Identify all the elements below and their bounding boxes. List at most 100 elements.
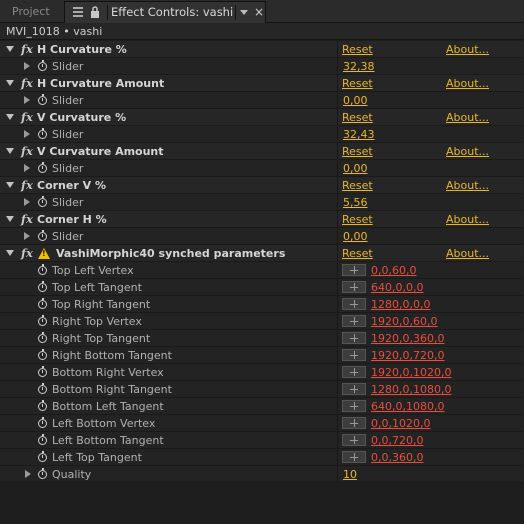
- twirl-down-icon[interactable]: [6, 216, 14, 222]
- point-value[interactable]: 1920,0,60,0: [371, 313, 437, 330]
- point-value[interactable]: 1920,0,1020,0: [371, 364, 451, 381]
- fx-icon[interactable]: fx: [21, 143, 33, 160]
- effect-header[interactable]: fx H Curvature % Reset About...: [0, 41, 524, 58]
- reset-button[interactable]: Reset: [342, 75, 373, 92]
- reset-button[interactable]: Reset: [342, 211, 373, 228]
- point-value[interactable]: 1920,0,360,0: [371, 330, 444, 347]
- twirl-down-icon[interactable]: [6, 80, 14, 86]
- stopwatch-icon[interactable]: [38, 162, 47, 173]
- effect-header-vashimorphic[interactable]: fx VashiMorphic40 synched parameters Res…: [0, 245, 524, 262]
- effect-header[interactable]: fx V Curvature Amount Reset About...: [0, 143, 524, 160]
- crosshair-icon[interactable]: [342, 315, 366, 327]
- about-button[interactable]: About...: [446, 211, 489, 228]
- crosshair-icon[interactable]: [342, 349, 366, 361]
- crosshair-icon[interactable]: [342, 451, 366, 463]
- twirl-down-icon[interactable]: [6, 46, 14, 52]
- fx-icon[interactable]: fx: [21, 75, 33, 92]
- effect-header[interactable]: fx Corner V % Reset About...: [0, 177, 524, 194]
- twirl-down-icon[interactable]: [6, 114, 14, 120]
- effect-header[interactable]: fx H Curvature Amount Reset About...: [0, 75, 524, 92]
- twirl-right-icon[interactable]: [24, 62, 30, 70]
- twirl-right-icon[interactable]: [24, 96, 30, 104]
- crosshair-icon[interactable]: [342, 383, 366, 395]
- stopwatch-icon[interactable]: [38, 196, 47, 207]
- about-button[interactable]: About...: [446, 109, 489, 126]
- reset-button[interactable]: Reset: [342, 109, 373, 126]
- fx-icon[interactable]: fx: [21, 109, 33, 126]
- slider-value[interactable]: 32,38: [343, 58, 375, 75]
- stopwatch-icon[interactable]: [38, 332, 47, 343]
- stopwatch-icon[interactable]: [38, 451, 47, 462]
- stopwatch-icon[interactable]: [38, 281, 47, 292]
- panel-menu-icon[interactable]: [73, 7, 83, 17]
- effect-header[interactable]: fx Corner H % Reset About...: [0, 211, 524, 228]
- twirl-right-icon[interactable]: [24, 232, 30, 240]
- about-button[interactable]: About...: [446, 245, 489, 262]
- reset-button[interactable]: Reset: [342, 177, 373, 194]
- stopwatch-icon[interactable]: [38, 468, 47, 479]
- stopwatch-icon[interactable]: [38, 230, 47, 241]
- stopwatch-icon[interactable]: [38, 400, 47, 411]
- fx-icon[interactable]: fx: [21, 211, 33, 228]
- twirl-down-icon[interactable]: [6, 182, 14, 188]
- stopwatch-icon[interactable]: [38, 366, 47, 377]
- tab-project[interactable]: Project: [0, 1, 64, 22]
- twirl-right-icon[interactable]: [24, 130, 30, 138]
- crosshair-icon[interactable]: [342, 366, 366, 378]
- param-name-column: [0, 194, 338, 210]
- stopwatch-icon[interactable]: [38, 298, 47, 309]
- crosshair-icon[interactable]: [342, 281, 366, 293]
- point-value[interactable]: 0,0,60,0: [371, 262, 416, 279]
- slider-value[interactable]: 32,43: [343, 126, 375, 143]
- twirl-down-icon[interactable]: [6, 148, 14, 154]
- slider-value[interactable]: 5,56: [343, 194, 368, 211]
- stopwatch-icon[interactable]: [38, 383, 47, 394]
- lock-icon[interactable]: [89, 5, 101, 19]
- tab-effect-controls[interactable]: Effect Controls: vashi ×: [64, 1, 266, 23]
- about-button[interactable]: About...: [446, 177, 489, 194]
- crosshair-icon[interactable]: [342, 434, 366, 446]
- slider-value[interactable]: 0,00: [343, 228, 368, 245]
- stopwatch-icon[interactable]: [38, 315, 47, 326]
- point-value[interactable]: 1920,0,720,0: [371, 347, 444, 364]
- stopwatch-icon[interactable]: [38, 264, 47, 275]
- twirl-right-icon[interactable]: [25, 470, 31, 478]
- point-value[interactable]: 1280,0,0,0: [371, 296, 430, 313]
- param-name: Left Bottom Vertex: [52, 417, 156, 430]
- quality-value[interactable]: 10: [343, 466, 357, 483]
- point-value[interactable]: 0,0,720,0: [371, 432, 423, 449]
- fx-icon[interactable]: fx: [21, 41, 33, 58]
- about-button[interactable]: About...: [446, 75, 489, 92]
- crosshair-icon[interactable]: [342, 400, 366, 412]
- point-value[interactable]: 0,0,1020,0: [371, 415, 430, 432]
- fx-icon[interactable]: fx: [21, 245, 33, 262]
- stopwatch-icon[interactable]: [38, 349, 47, 360]
- about-button[interactable]: About...: [446, 41, 489, 58]
- twirl-right-icon[interactable]: [24, 198, 30, 206]
- point-value[interactable]: 1280,0,1080,0: [371, 381, 451, 398]
- about-button[interactable]: About...: [446, 143, 489, 160]
- point-value[interactable]: 640,0,0,0: [371, 279, 423, 296]
- reset-button[interactable]: Reset: [342, 143, 373, 160]
- slider-value[interactable]: 0,00: [343, 92, 368, 109]
- twirl-down-icon[interactable]: [6, 250, 14, 256]
- point-value[interactable]: 0,0,360,0: [371, 449, 423, 466]
- close-icon[interactable]: ×: [253, 4, 265, 20]
- stopwatch-icon[interactable]: [38, 60, 47, 71]
- stopwatch-icon[interactable]: [38, 417, 47, 428]
- crosshair-icon[interactable]: [342, 417, 366, 429]
- fx-icon[interactable]: fx: [21, 177, 33, 194]
- twirl-right-icon[interactable]: [24, 164, 30, 172]
- reset-button[interactable]: Reset: [342, 245, 373, 262]
- slider-value[interactable]: 0,00: [343, 160, 368, 177]
- stopwatch-icon[interactable]: [38, 434, 47, 445]
- point-value[interactable]: 640,0,1080,0: [371, 398, 444, 415]
- stopwatch-icon[interactable]: [38, 128, 47, 139]
- crosshair-icon[interactable]: [342, 298, 366, 310]
- stopwatch-icon[interactable]: [38, 94, 47, 105]
- dropdown-arrow-icon[interactable]: [235, 5, 252, 20]
- effect-header[interactable]: fx V Curvature % Reset About...: [0, 109, 524, 126]
- crosshair-icon[interactable]: [342, 332, 366, 344]
- reset-button[interactable]: Reset: [342, 41, 373, 58]
- crosshair-icon[interactable]: [342, 264, 366, 276]
